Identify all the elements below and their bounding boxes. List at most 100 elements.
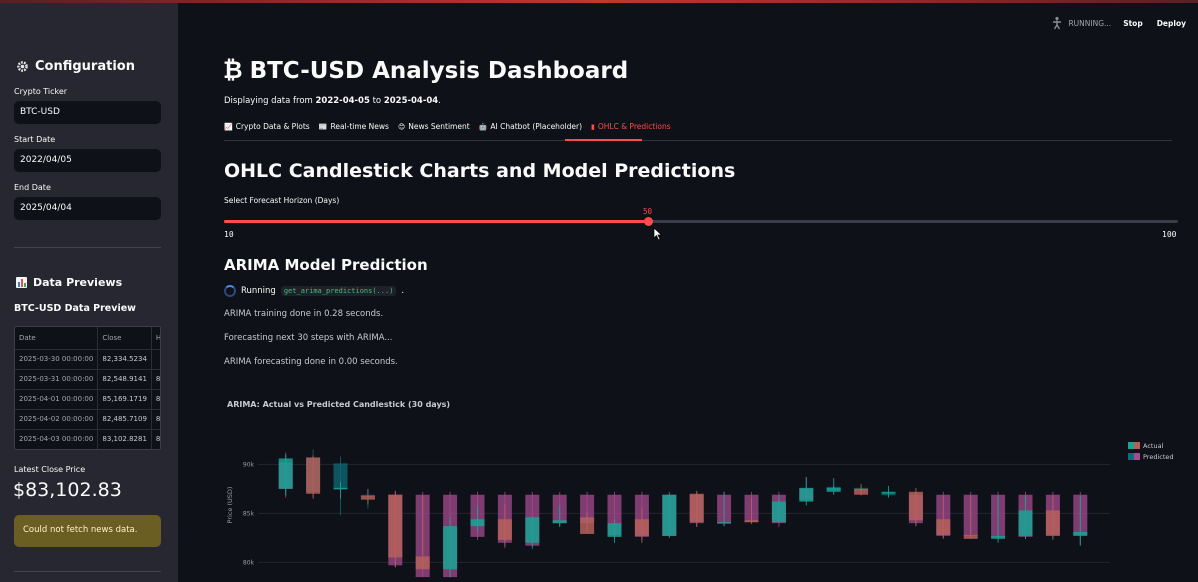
start-date-input[interactable]: 2022/04/05 (14, 149, 161, 172)
actual-candle-body (963, 534, 978, 539)
table-cell: 83,9 (151, 429, 160, 449)
smiley-icon: 😊 (397, 122, 406, 131)
log-line: ARIMA training done in 0.28 seconds. (224, 309, 384, 319)
subtitle-prefix: Displaying data from (224, 96, 316, 106)
tab-bar-divider (224, 140, 1172, 141)
sidebar: Configuration Crypto Ticker BTC-USD Star… (0, 3, 178, 582)
tab-ai-chatbot-placeholder[interactable]: 🤖 AI Chatbot (Placeholder) (479, 122, 582, 138)
legend-swatch-predicted (1128, 453, 1140, 460)
actual-candle-body (525, 517, 540, 543)
active-tab-indicator (565, 139, 642, 141)
latest-close-label: Latest Close Price (14, 465, 86, 474)
table-cell: 83,102.8281 (97, 429, 152, 449)
previews-title: Data Previews (33, 276, 123, 289)
tab-bar: 📈 Crypto Data & Plots 📰 Real-time News 😊 News… (224, 122, 671, 138)
previews-heading: Data Previews (16, 276, 122, 289)
end-date-input[interactable]: 2025/04/04 (14, 197, 161, 220)
table-cell: 2025-04-03 00:00:00 (15, 429, 99, 449)
actual-candle-body (936, 519, 951, 535)
newspaper-icon: 📰 (318, 122, 328, 131)
tab-label: News Sentiment (408, 122, 470, 131)
actual-candle-body (744, 520, 759, 523)
y-tick-label: 85k (243, 510, 255, 517)
tab-label: Real-time News (330, 122, 389, 131)
table-row[interactable]: 2025-04-01 00:00:0085,169.171985,4 (15, 389, 160, 410)
y-tick-label: 90k (243, 461, 255, 468)
forecast-slider-label: Select Forecast Horizon (Days) (224, 196, 340, 205)
actual-candle-body (497, 519, 512, 540)
chart-legend[interactable]: Actual Predicted (1128, 440, 1174, 462)
sidebar-divider (14, 247, 161, 248)
subtitle-mid: to (369, 96, 384, 106)
running-label: Running (241, 286, 276, 296)
actual-candle-body (799, 487, 814, 502)
candlestick-chart[interactable]: 90k 85k 80k Price (USD) (220, 430, 1120, 582)
ticker-label: Crypto Ticker (14, 87, 68, 96)
actual-candle-body (388, 494, 403, 558)
actual-candle-body (470, 519, 485, 527)
tab-label: Crypto Data & Plots (235, 122, 310, 131)
running-figure-icon (1053, 16, 1062, 30)
actual-candle-body (826, 487, 841, 492)
chart-icon: 📈 (224, 122, 233, 131)
log-line: Forecasting next 30 steps with ARIMA... (224, 333, 393, 343)
actual-candle-body (1045, 510, 1060, 536)
actual-candle-body (689, 493, 704, 523)
actual-candle-body (306, 457, 321, 494)
table-cell: 85,169.1719 (97, 389, 152, 410)
running-function: get_arima_predictions(...) (280, 286, 397, 296)
tab-news-sentiment[interactable]: 😊 News Sentiment (398, 122, 470, 138)
table-row[interactable]: 2025-03-30 00:00:00 82,334.5234 (15, 349, 160, 370)
table-cell: 82,548.9141 (97, 369, 152, 390)
forecast-slider-thumb[interactable] (644, 217, 653, 226)
preview-table[interactable]: DateCloseHigh 2025-03-30 00:00:0082,334.… (14, 326, 161, 450)
legend-item-predicted[interactable]: Predicted (1128, 451, 1174, 462)
status-bar: RUNNING... Stop Deploy (1050, 16, 1198, 30)
table-cell: 2025-04-02 00:00:00 (15, 409, 99, 430)
config-heading: Configuration (16, 59, 135, 74)
start-date-label: Start Date (14, 135, 56, 144)
table-header[interactable]: Date (15, 327, 99, 350)
tab-ohlc-predictions[interactable]: ▮ OHLC & Predictions (591, 122, 671, 138)
deploy-button[interactable]: Deploy (1157, 19, 1186, 28)
table-cell: 2025-03-30 00:00:00 (15, 349, 99, 370)
subtitle-suffix: . (438, 96, 441, 106)
tab-label: AI Chatbot (Placeholder) (490, 122, 582, 131)
actual-candle-body (854, 488, 869, 495)
actual-candle-body (443, 526, 458, 570)
tab-label: OHLC & Predictions (597, 122, 671, 131)
legend-item-actual[interactable]: Actual (1128, 440, 1174, 451)
actual-candle-body (333, 487, 348, 490)
mouse-cursor-icon (653, 227, 663, 241)
running-indicator: Running get_arima_predictions(...) . (224, 285, 404, 297)
actual-candle-body (908, 491, 923, 521)
forecast-slider-max: 100 (1162, 230, 1177, 239)
actual-candle-body (607, 523, 622, 537)
table-header[interactable]: Close (97, 327, 152, 350)
tab-crypto-data-plots[interactable]: 📈 Crypto Data & Plots (224, 122, 310, 138)
candle-icon: ▮ (591, 122, 595, 131)
y-tick-label: 80k (243, 559, 255, 566)
table-row[interactable]: 2025-03-31 00:00:0082,548.914183, (15, 369, 160, 390)
running-status: RUNNING... (1068, 18, 1112, 28)
table-row[interactable]: 2025-04-02 00:00:0082,485.710988,46 (15, 409, 160, 430)
actual-candle-body (580, 517, 595, 534)
spinner-icon (224, 285, 236, 297)
ticker-input[interactable]: BTC-USD (14, 101, 161, 124)
legend-label-predicted: Predicted (1143, 452, 1174, 461)
news-warning: Could not fetch news data. (14, 515, 161, 547)
forecast-slider-fill (224, 220, 648, 223)
tab-real-time-news[interactable]: 📰 Real-time News (319, 122, 389, 138)
table-row[interactable]: 2025-04-03 00:00:0083,102.828183,9 (15, 429, 160, 449)
gear-icon (17, 61, 28, 72)
subtitle-from: 2022-04-05 (315, 96, 370, 106)
table-header[interactable]: High (151, 327, 160, 350)
bitcoin-icon: ₿ (223, 56, 243, 84)
actual-candle-body (771, 501, 786, 523)
table-cell: 88,46 (151, 409, 160, 430)
stop-button[interactable]: Stop (1123, 19, 1143, 28)
top-accent-line (0, 0, 1198, 3)
legend-label-actual: Actual (1143, 441, 1164, 450)
log-line: ARIMA forecasting done in 0.00 seconds. (224, 357, 398, 367)
section-title: OHLC Candlestick Charts and Model Predic… (224, 160, 736, 182)
